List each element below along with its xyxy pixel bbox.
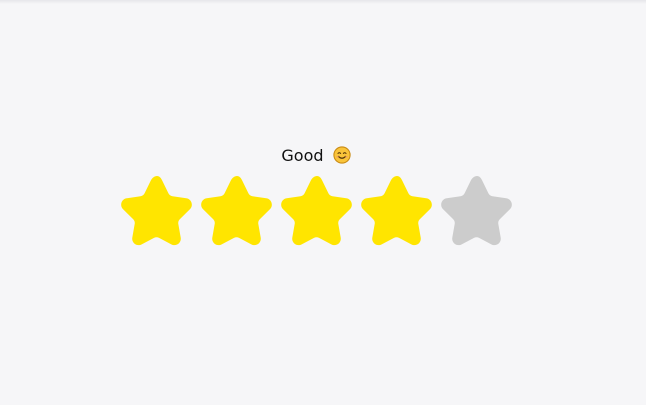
star-4-button[interactable] [358, 172, 436, 246]
star-icon [441, 176, 512, 246]
star-filled-shape [201, 176, 272, 246]
rating-caption: Good [0, 145, 632, 167]
star-3-button[interactable] [278, 172, 356, 246]
rating-page: Good [0, 0, 646, 405]
star-filled-shape [281, 176, 352, 246]
star-icon [361, 176, 432, 246]
star-5-button[interactable] [438, 172, 516, 246]
star-rating-control [118, 172, 518, 246]
star-empty-shape [441, 176, 512, 246]
star-2-button[interactable] [198, 172, 276, 246]
smiling-face-icon [332, 146, 351, 164]
star-1-button[interactable] [118, 172, 196, 246]
top-edge-shadow [0, 0, 646, 4]
star-icon [201, 176, 272, 246]
star-icon [281, 176, 352, 246]
star-filled-shape [121, 176, 192, 246]
star-filled-shape [361, 176, 432, 246]
rating-label-text: Good [281, 146, 324, 165]
star-icon [121, 176, 192, 246]
